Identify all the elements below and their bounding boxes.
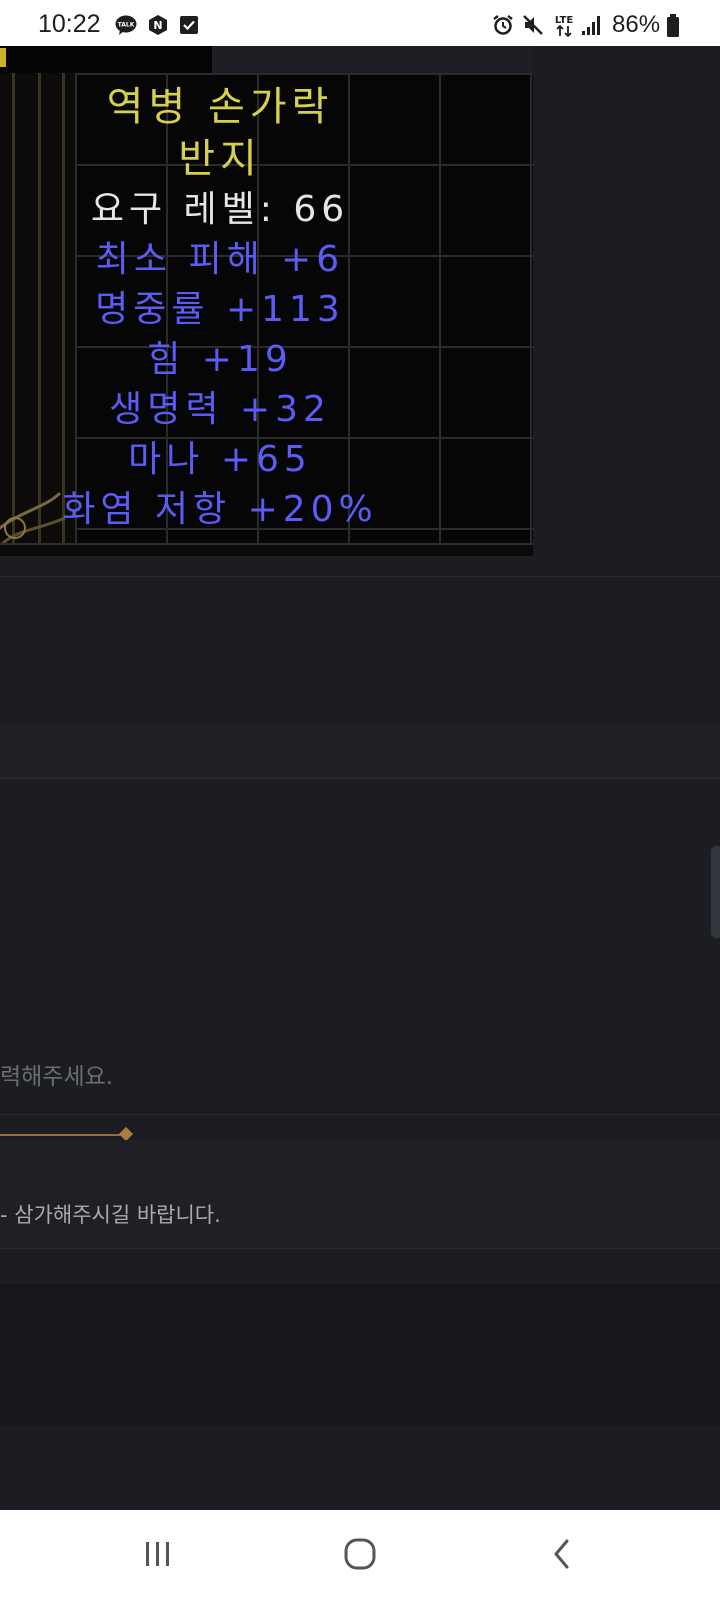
input-underline-marker: [118, 1126, 134, 1142]
status-time: 10:22: [38, 10, 101, 38]
back-button[interactable]: [532, 1528, 592, 1580]
item-stat: 힘 +19: [147, 339, 293, 380]
battery-icon: [666, 14, 680, 38]
kakaotalk-icon: TALK: [115, 14, 137, 36]
recents-icon: [146, 1542, 169, 1566]
mute-icon: [522, 14, 544, 36]
item-stat: 생명력 +32: [109, 389, 331, 430]
signal-icon: [581, 14, 603, 36]
content-band: [0, 726, 720, 778]
inventory-bottom-edge: [0, 543, 533, 556]
home-icon: [344, 1538, 376, 1570]
scrollbar-thumb[interactable]: [711, 846, 720, 938]
input-underline: [0, 1134, 126, 1136]
divider: [0, 778, 720, 779]
kakaotalk-badge-text: TALK: [118, 22, 135, 29]
post-content: ▌ 역병 손가락 반지 요구 레벨: 66 최소 피해 +6 명중률 +113 …: [0, 46, 720, 1510]
navigation-bar: [0, 1510, 720, 1600]
required-level: 요구 레벨: 66: [90, 189, 350, 230]
item-tooltip-screenshot: ▌ 역병 손가락 반지 요구 레벨: 66 최소 피해 +6 명중률 +113 …: [0, 46, 533, 556]
footer-band: [0, 1284, 720, 1426]
image-top-label-box: ▌: [0, 46, 212, 73]
item-stat: 명중률 +113: [95, 289, 345, 330]
naver-icon: N: [147, 14, 169, 36]
divider: [0, 576, 720, 577]
status-bar: 10:22 TALK N LTE 86%: [0, 0, 720, 46]
home-button[interactable]: [330, 1528, 390, 1580]
recents-button[interactable]: [128, 1528, 188, 1580]
alarm-icon: [492, 14, 514, 36]
comment-input-placeholder[interactable]: 력해주세요.: [0, 1062, 113, 1092]
naver-badge-text: N: [153, 19, 162, 32]
divider: [0, 1114, 720, 1115]
item-stat: 화염 저항 +20%: [62, 489, 378, 530]
notice-text: - 삼가해주시길 바랍니다.: [0, 1203, 221, 1227]
divider: [0, 1248, 720, 1249]
bottom-band: [0, 1426, 720, 1510]
item-stat: 최소 피해 +6: [95, 239, 345, 280]
notice-band: [0, 1140, 720, 1250]
lte-icon: LTE: [553, 12, 575, 38]
cropped-glyph: ▌: [0, 48, 13, 67]
item-tooltip: 역병 손가락 반지 요구 레벨: 66 최소 피해 +6 명중률 +113 힘 …: [20, 81, 420, 535]
item-type: 반지: [178, 136, 262, 182]
item-stat: 마나 +65: [128, 439, 312, 480]
back-icon: [554, 1539, 569, 1569]
lte-label: LTE: [555, 15, 574, 26]
checkbox-icon: [178, 14, 200, 36]
item-name: 역병 손가락: [106, 84, 334, 130]
battery-percent: 86%: [612, 11, 661, 38]
